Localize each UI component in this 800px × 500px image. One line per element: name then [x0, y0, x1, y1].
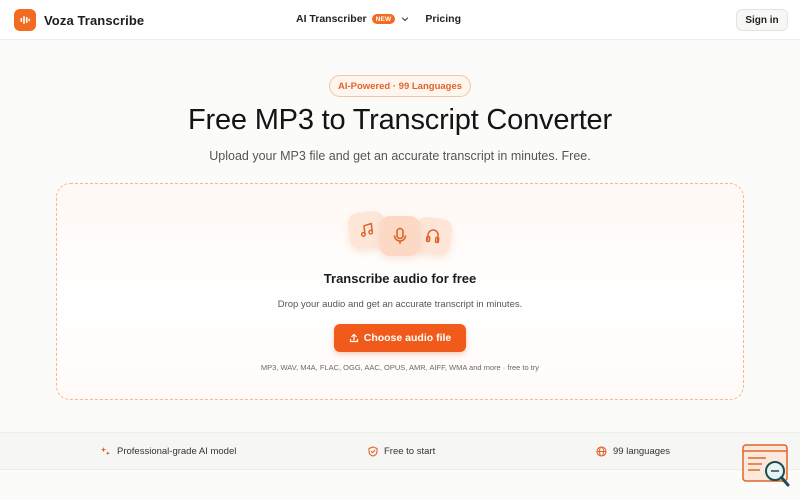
- feature-ai-model: Professional-grade AI model: [100, 446, 236, 457]
- nav-ai-transcriber-label: AI Transcriber: [296, 13, 367, 25]
- globe-icon: [596, 446, 607, 457]
- nav-ai-transcriber[interactable]: AI Transcriber NEW: [296, 13, 409, 25]
- choose-audio-file-button[interactable]: Choose audio file: [334, 324, 466, 352]
- brand-name: Voza Transcribe: [44, 12, 145, 28]
- waveform-logo-icon: [14, 9, 36, 31]
- sign-in-button[interactable]: Sign in: [736, 9, 788, 31]
- top-navbar: Voza Transcribe AI Transcriber NEW Prici…: [0, 0, 800, 40]
- page-title: Free MP3 to Transcript Converter: [188, 104, 612, 136]
- supported-formats: MP3, WAV, M4A, FLAC, OGG, AAC, OPUS, AMR…: [260, 363, 540, 372]
- feature-languages: 99 languages: [596, 446, 670, 457]
- feature-label: 99 languages: [613, 446, 671, 457]
- nav-pricing[interactable]: Pricing: [425, 13, 461, 25]
- chevron-down-icon: [401, 15, 409, 23]
- feature-label: Professional-grade AI model: [117, 446, 237, 457]
- feature-label: Free to start: [384, 446, 436, 457]
- upload-icon: [349, 333, 359, 343]
- features-strip: Professional-grade AI model Free to star…: [0, 432, 800, 470]
- search-document-widget-icon[interactable]: [742, 444, 792, 490]
- brand-logo[interactable]: Voza Transcribe: [14, 9, 144, 31]
- page-subtitle: Upload your MP3 file and get an accurate…: [209, 149, 591, 163]
- upload-description: Drop your audio and get an accurate tran…: [277, 299, 523, 310]
- microphone-icon: [380, 216, 420, 256]
- shield-check-icon: [368, 446, 378, 457]
- main-nav: AI Transcriber NEW Pricing: [296, 13, 461, 25]
- hero-pill-badge: AI-Powered · 99 Languages: [329, 75, 471, 97]
- new-badge: NEW: [371, 14, 396, 24]
- feature-free-start: Free to start: [368, 446, 435, 457]
- sparkle-icon: [100, 446, 111, 457]
- upload-title: Transcribe audio for free: [323, 271, 477, 286]
- choose-audio-file-label: Choose audio file: [363, 332, 452, 344]
